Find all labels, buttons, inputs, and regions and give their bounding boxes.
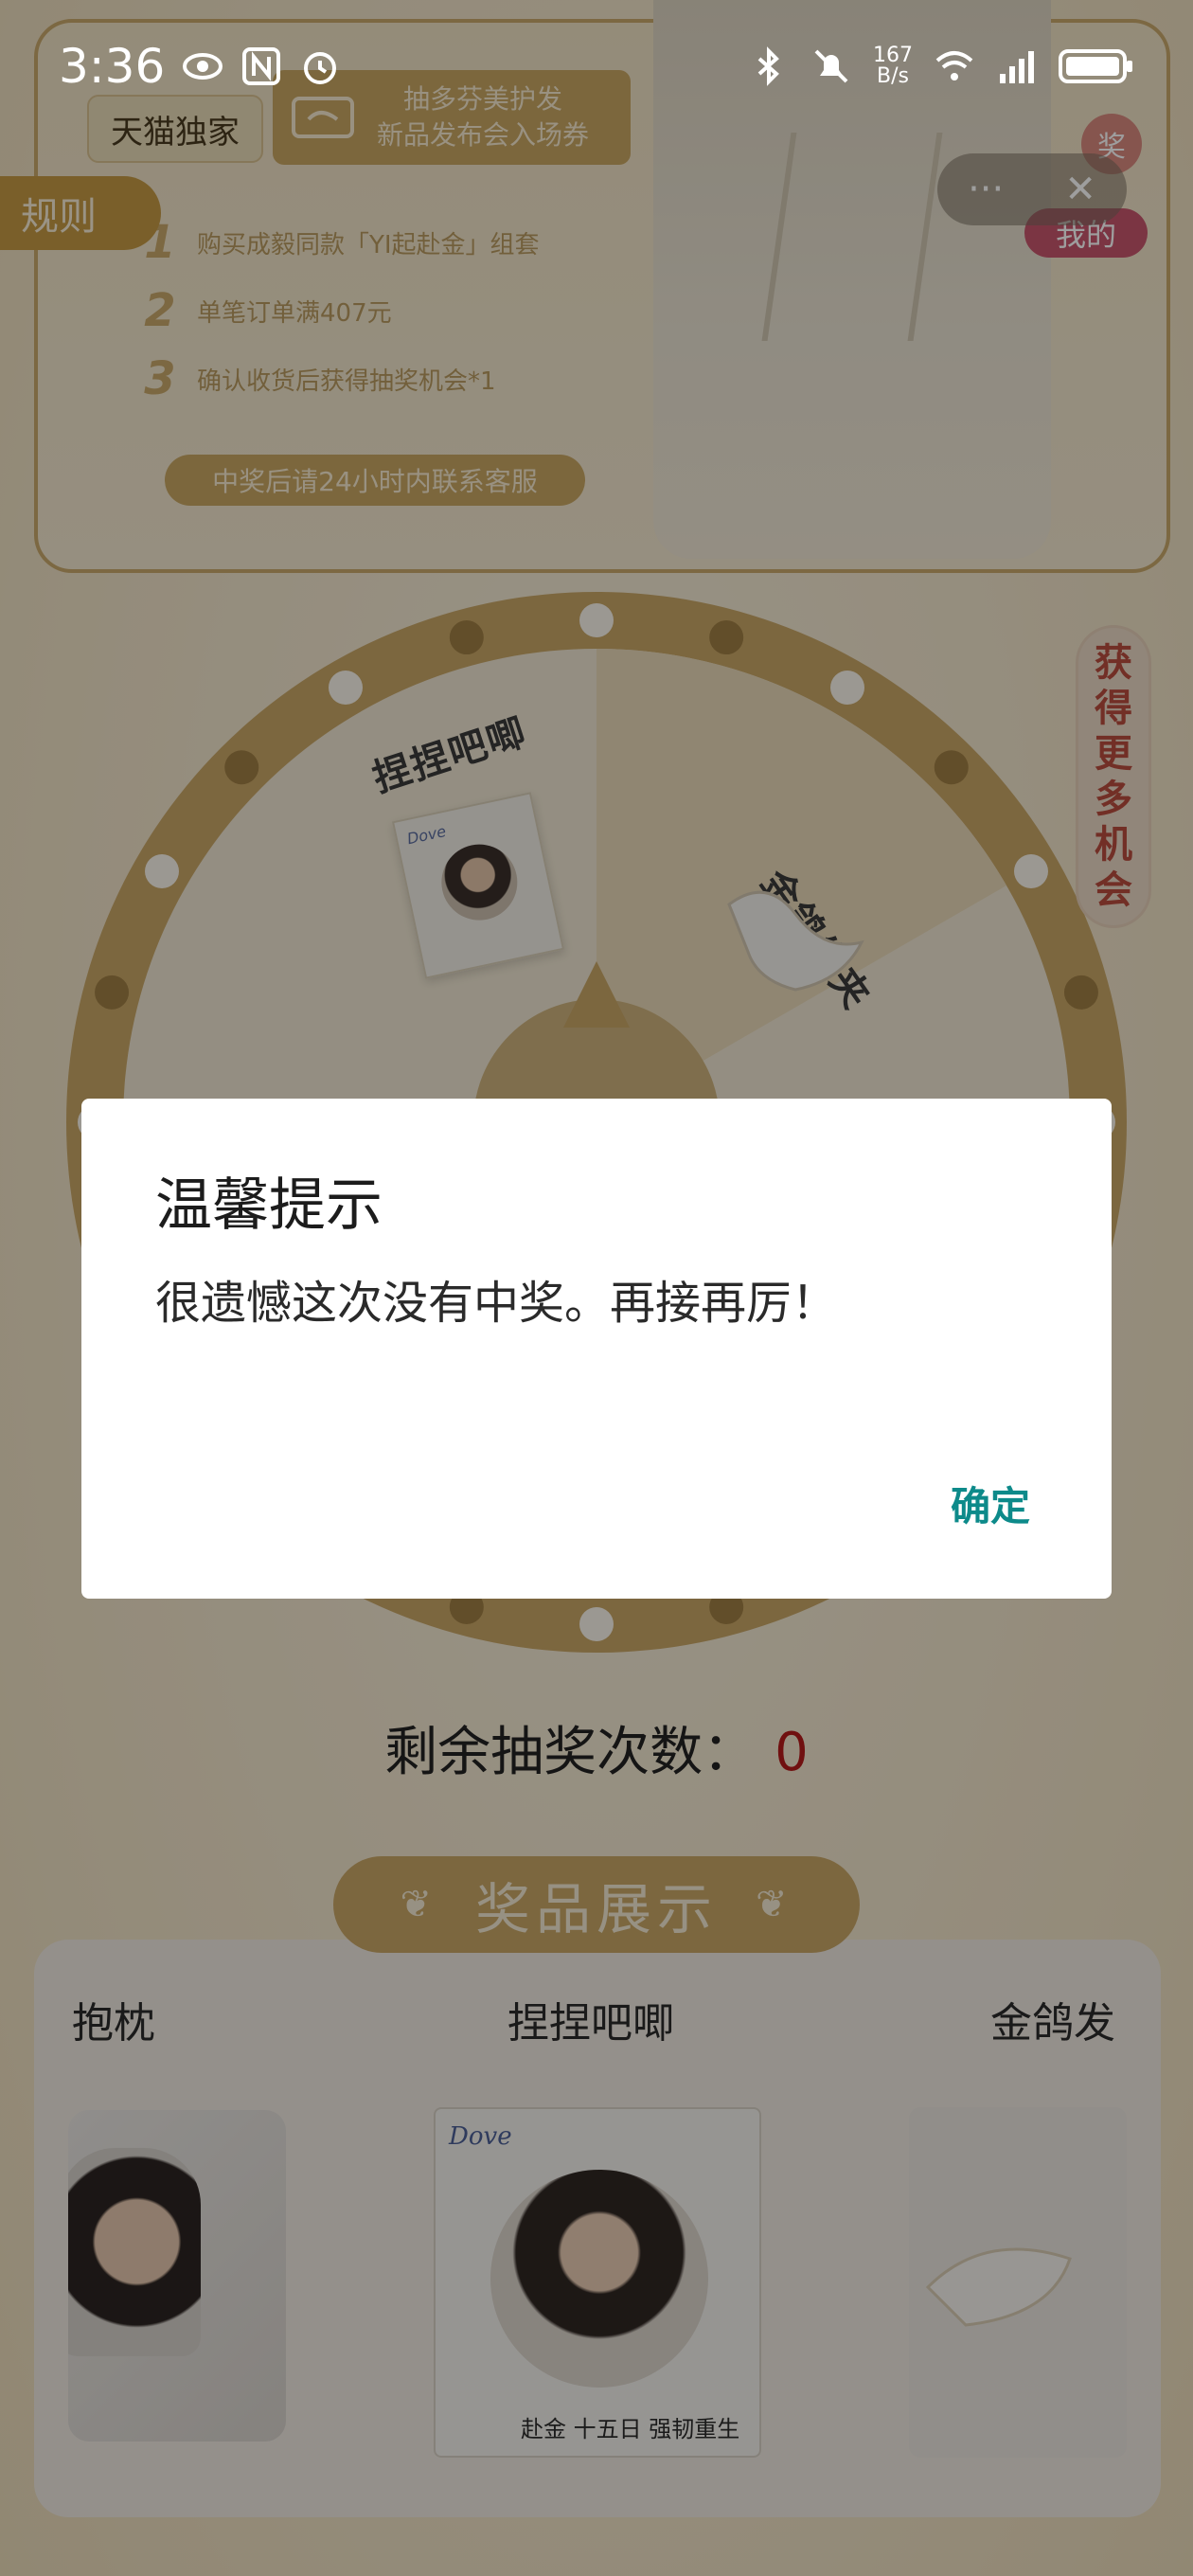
wifi-icon	[935, 51, 973, 80]
battery-icon	[1059, 49, 1132, 83]
lottery-page: 天猫独家 抽多芬美护发 新品发布会入场券 规则 1 购买成毅同款「YI起赴金」组…	[0, 0, 1193, 2576]
dialog-title: 温馨提示	[155, 1172, 383, 1239]
signal-icon	[1000, 51, 1034, 83]
network-speed-value: 167	[873, 44, 913, 67]
confirm-button[interactable]: 确定	[951, 1475, 1030, 1532]
nfc-icon	[242, 47, 281, 85]
network-speed: 167 B/s	[873, 45, 913, 87]
mute-bell-icon	[814, 49, 848, 83]
network-speed-unit: B/s	[877, 64, 909, 88]
alarm-icon	[304, 52, 337, 84]
result-dialog: 温馨提示 很遗憾这次没有中奖。再接再厉！ 确定	[81, 1099, 1112, 1599]
bluetooth-icon	[757, 46, 779, 86]
eye-icon	[183, 53, 223, 80]
status-bar: 3:36 167 B/s	[0, 0, 1193, 133]
clock: 3:36	[59, 39, 166, 94]
dialog-message: 很遗憾这次没有中奖。再接再厉！	[155, 1277, 838, 1330]
